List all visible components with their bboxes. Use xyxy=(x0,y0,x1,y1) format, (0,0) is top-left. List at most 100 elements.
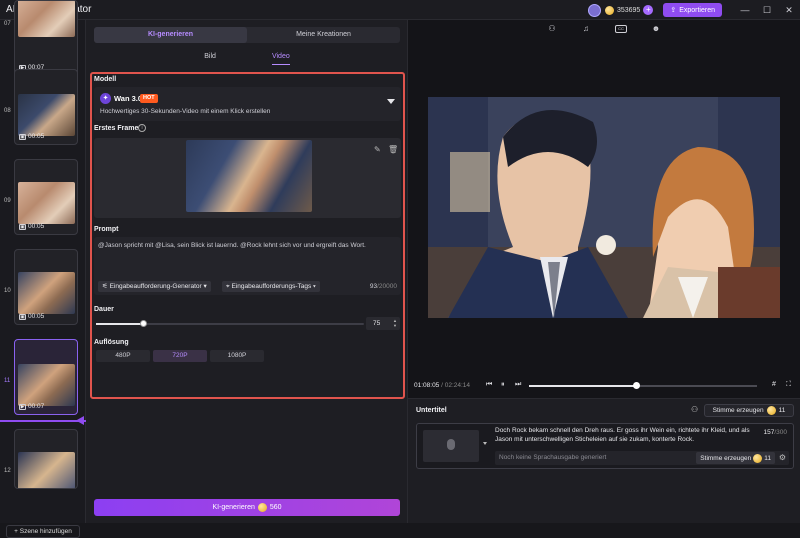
next-icon[interactable]: ⏭ xyxy=(515,381,521,389)
scene-card-11[interactable]: ▶ 00:07 xyxy=(14,339,78,415)
resolution-480p[interactable]: 480P xyxy=(96,350,150,362)
trash-icon[interactable]: 🗑 xyxy=(388,146,398,154)
gear-icon[interactable]: ⚙ xyxy=(779,453,786,462)
video-preview[interactable] xyxy=(428,97,780,318)
scene-number: 08 xyxy=(4,108,11,114)
prompt-label: Prompt xyxy=(94,226,119,233)
preview-toolbar: ⚇ ♫ CC ☻ xyxy=(408,20,800,38)
resolution-720p[interactable]: 720P xyxy=(153,350,207,362)
generate-label: KI-generieren xyxy=(212,504,255,511)
caption-icon[interactable]: CC xyxy=(615,25,627,33)
voice-settings-icon[interactable]: ⚇ xyxy=(691,405,698,414)
first-frame-label: Erstes Frame xyxy=(94,125,139,132)
grid-icon[interactable]: # xyxy=(772,381,776,388)
scene-card-12[interactable] xyxy=(14,429,78,489)
coin-icon xyxy=(766,406,776,415)
preview-area: ⚇ ♫ CC ☻ 01:08:05 / 02:24:14 ⏮ ⏸ ⏭ # ⛶ U… xyxy=(408,20,800,523)
scene-number: 07 xyxy=(4,21,11,27)
progress-fill xyxy=(529,385,637,387)
voice-selector[interactable] xyxy=(423,430,479,462)
scene-number: 12 xyxy=(4,468,11,474)
tab-my-creations[interactable]: Meine Kreationen xyxy=(247,27,400,43)
scene-thumbnail xyxy=(18,452,75,488)
image-icon: ▣ xyxy=(19,313,26,320)
prompt-tags-button[interactable]: ⌖ Eingabeaufforderungs-Tags ▾ xyxy=(222,281,320,292)
minimize-button[interactable]: — xyxy=(734,5,756,15)
scene-card-10[interactable]: ▣ 00:05 xyxy=(14,249,78,325)
character-icon[interactable]: ⚇ xyxy=(547,24,557,34)
music-icon[interactable]: ♫ xyxy=(581,24,591,34)
stepper-icon[interactable]: ▲ ▼ xyxy=(393,318,397,328)
scene-card-08[interactable]: ▣ 00:05 xyxy=(14,69,78,145)
preview-frame-art xyxy=(428,97,780,318)
avatar-icon[interactable]: ☻ xyxy=(651,24,661,34)
scene-duration: 00:05 xyxy=(28,313,45,320)
fullscreen-icon[interactable]: ⛶ xyxy=(786,381,791,389)
credits-count: 353695 xyxy=(616,6,641,14)
duration-input[interactable]: 75 ▲ ▼ xyxy=(366,317,400,330)
export-button[interactable]: ⇪ Exportieren xyxy=(663,3,722,17)
subtitle-title: Untertitel xyxy=(416,407,447,414)
resolution-1080p[interactable]: 1080P xyxy=(210,350,264,362)
subtitle-text[interactable]: Doch Rock bekam schnell den Dreh raus. E… xyxy=(495,427,753,444)
resolution-options: 480P 720P 1080P xyxy=(96,350,264,362)
duration-slider-handle[interactable] xyxy=(140,320,148,327)
subtitle-panel: Untertitel ⚇ Stimme erzeugen 11 Doch Roc… xyxy=(408,398,800,523)
wand-icon: ⚟ xyxy=(102,283,110,290)
progress-handle[interactable] xyxy=(633,382,641,389)
caret-down-icon: ▾ xyxy=(311,283,316,290)
add-credits-button[interactable]: + xyxy=(643,5,654,15)
scene-number: 10 xyxy=(4,288,11,294)
previous-icon[interactable]: ⏮ xyxy=(486,381,492,389)
edit-icon[interactable]: ✎ xyxy=(374,146,382,154)
close-button[interactable]: ✕ xyxy=(778,5,800,16)
duration-label: Dauer xyxy=(94,306,114,313)
playback-bar: 01:08:05 / 02:24:14 ⏮ ⏸ ⏭ # ⛶ xyxy=(412,381,796,391)
scene-card-07[interactable]: ▶ 00:07 xyxy=(14,0,78,76)
scene-thumbnail xyxy=(18,182,75,224)
prompt-input[interactable]: @Jason spricht mit @Lisa, sein Blick ist… xyxy=(94,237,401,295)
mode-tabs: KI-generieren Meine Kreationen xyxy=(94,27,400,43)
timecode: 01:08:05 / 02:24:14 xyxy=(414,382,471,389)
chevron-down-icon[interactable] xyxy=(387,99,395,104)
model-logo-icon: ✦ xyxy=(100,93,111,104)
title-bar: AI Video Generator 353695 + ⇪ Exportiere… xyxy=(0,0,800,20)
timeline-playhead[interactable] xyxy=(0,420,86,422)
video-icon: ▶ xyxy=(19,403,26,410)
model-label: Modell xyxy=(94,76,117,83)
progress-bar[interactable] xyxy=(529,382,757,389)
prompt-char-count: 93/20000 xyxy=(369,283,397,290)
pause-icon[interactable]: ⏸ xyxy=(501,381,505,389)
sub-tabs: Bild Video xyxy=(94,53,400,65)
caret-down-icon[interactable] xyxy=(483,442,487,445)
generate-voice-small-button[interactable]: Stimme erzeugen 11 xyxy=(696,452,775,464)
prompt-generator-button[interactable]: ⚟ Eingabeaufforderung-Generator ▾ xyxy=(98,281,211,292)
generate-voice-button[interactable]: Stimme erzeugen 11 xyxy=(704,404,794,417)
scene-thumbnail xyxy=(18,94,75,136)
first-frame-box[interactable]: ✎ 🗑 xyxy=(94,138,401,218)
scene-card-09[interactable]: ▣ 00:05 xyxy=(14,159,78,235)
duration-slider[interactable] xyxy=(96,320,364,327)
audio-row: Noch keine Sprachausgabe generiert Stimm… xyxy=(495,451,789,465)
generate-button[interactable]: KI-generieren 560 xyxy=(94,499,400,516)
info-icon[interactable]: i xyxy=(138,124,146,132)
prompt-text[interactable]: @Jason spricht mit @Lisa, sein Blick ist… xyxy=(98,241,398,250)
hot-badge: HOT xyxy=(140,94,158,103)
add-scene-button[interactable]: + Szene hinzufügen xyxy=(6,525,80,538)
tab-ai-generate[interactable]: KI-generieren xyxy=(94,27,247,43)
playhead-handle[interactable] xyxy=(76,416,84,425)
tab-video[interactable]: Video xyxy=(271,53,290,65)
caret-down-icon: ▾ xyxy=(201,283,207,290)
avatar[interactable] xyxy=(587,3,601,17)
maximize-button[interactable]: ☐ xyxy=(756,5,778,16)
export-label: Exportieren xyxy=(679,6,715,14)
model-selector[interactable]: ✦ Wan 3.0 HOT Hochwertiges 30-Sekunden-V… xyxy=(94,87,401,121)
image-icon: ▣ xyxy=(19,223,26,230)
coin-icon xyxy=(753,453,763,463)
tab-image[interactable]: Bild xyxy=(204,53,216,65)
export-icon: ⇪ xyxy=(670,7,677,14)
scene-thumbnail xyxy=(18,1,75,37)
image-icon: ▣ xyxy=(19,133,26,140)
microphone-icon xyxy=(447,439,455,450)
scene-number: 09 xyxy=(4,198,11,204)
